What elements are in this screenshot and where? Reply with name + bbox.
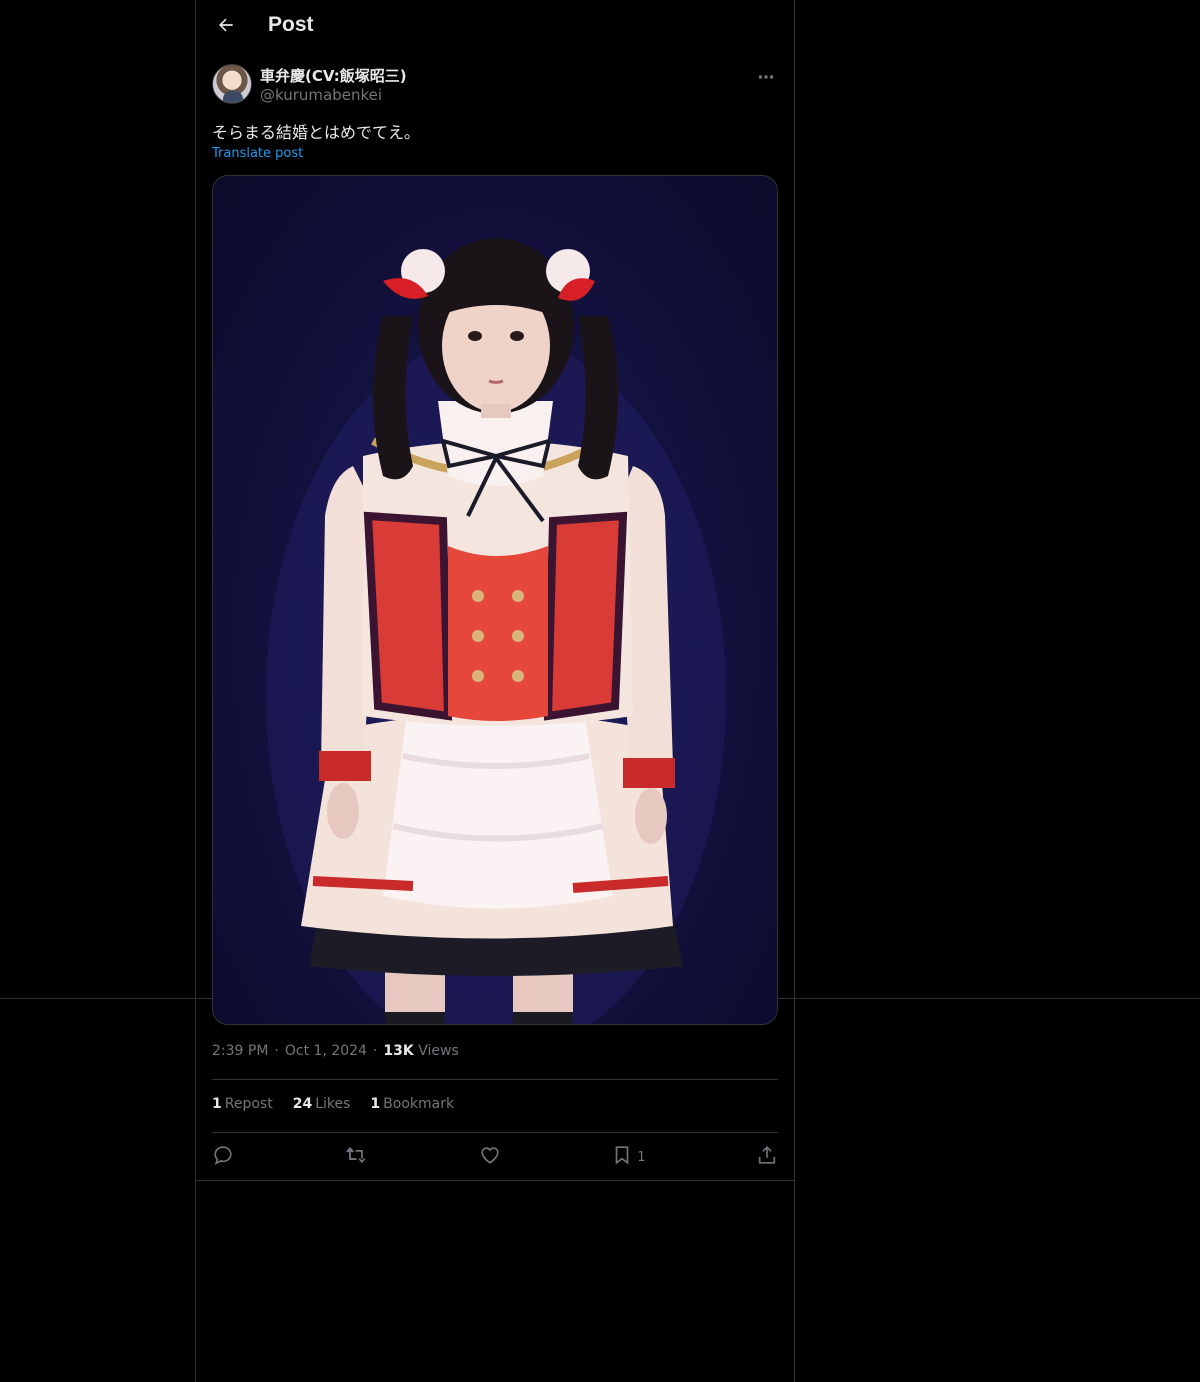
page-title: Post [268,13,314,36]
performer-photo-illustration [266,238,726,1024]
post-author: 車弁慶(CV:飯塚昭三) @kurumabenkei [212,64,778,108]
author-handle[interactable]: @kurumabenkei [260,86,382,104]
post-stats: 1 Repost 24 Likes 1 Bookmark [212,1096,454,1112]
like-icon [479,1144,501,1170]
views-label: Views [418,1043,459,1059]
reply-icon [212,1144,234,1170]
like-button[interactable] [479,1144,501,1170]
likes-label: Likes [315,1096,351,1112]
likes-count: 24 [292,1096,313,1112]
avatar[interactable] [212,64,252,104]
action-bar: 1 [212,1140,778,1174]
main-column: Post 車弁慶(CV:飯塚昭三) @kurumabenkei そらまる結婚とは… [195,0,795,1382]
back-arrow-icon [216,15,236,39]
bookmarks-count: 1 [370,1096,381,1112]
translate-post-link[interactable]: Translate post [212,146,303,161]
divider [212,1132,778,1133]
repost-icon [344,1144,368,1170]
post-text: そらまる結婚とはめでてえ。 [212,123,421,142]
post-photo[interactable] [212,175,778,1025]
views-count: 13K [383,1043,414,1059]
share-icon [756,1144,778,1170]
bookmarks-label: Bookmark [383,1096,455,1112]
bookmarks-stat[interactable]: 1 Bookmark [370,1096,454,1112]
post-time[interactable]: 2:39 PM [212,1043,268,1059]
top-bar: Post [196,0,794,54]
bookmark-icon [611,1144,633,1170]
post-date[interactable]: Oct 1, 2024 [285,1043,367,1059]
likes-stat[interactable]: 24 Likes [293,1096,351,1112]
divider [212,1079,778,1080]
bookmark-count: 1 [637,1149,646,1165]
more-button[interactable] [754,64,778,84]
reply-button[interactable] [212,1144,234,1170]
reposts-label: Repost [224,1096,273,1112]
divider [196,1180,794,1181]
repost-button[interactable] [344,1144,368,1170]
bookmark-button[interactable]: 1 [611,1144,646,1170]
back-button[interactable] [208,9,244,45]
more-icon [758,65,774,84]
reposts-count: 1 [212,1096,222,1112]
author-display-name[interactable]: 車弁慶(CV:飯塚昭三) [260,65,407,86]
share-button[interactable] [756,1144,778,1170]
reposts-stat[interactable]: 1 Repost [212,1096,273,1112]
post-timestamp: 2:39 PM · Oct 1, 2024 · 13K Views [212,1043,459,1059]
